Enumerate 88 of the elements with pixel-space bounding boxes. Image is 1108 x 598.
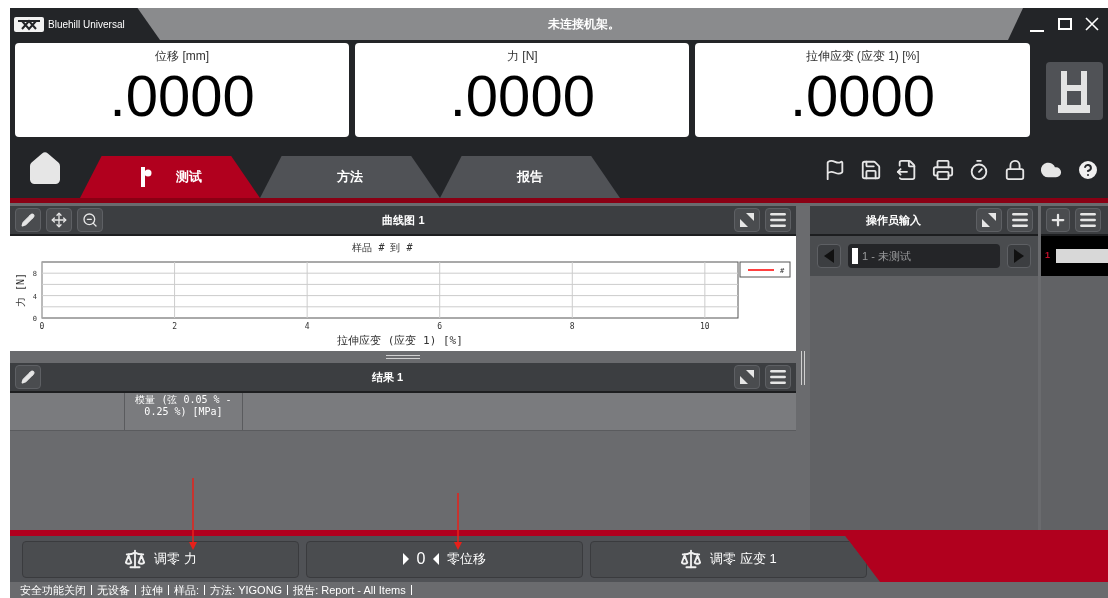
specimen-selector[interactable]: 1 - 未测试 xyxy=(848,244,1000,268)
edit-button[interactable] xyxy=(15,365,41,389)
left-triangle-icon xyxy=(824,249,834,263)
app-name: Bluehill Universal xyxy=(48,17,125,32)
move-icon xyxy=(51,212,67,228)
zoom-button[interactable] xyxy=(77,208,103,232)
x-tick-label: 2 xyxy=(172,322,177,331)
menu-button[interactable] xyxy=(765,208,791,232)
pencil-icon xyxy=(21,213,35,227)
panel-title: 曲线图 1 xyxy=(381,212,426,228)
timer-icon[interactable] xyxy=(968,159,990,181)
close-icon xyxy=(1084,16,1100,32)
readout-value: .0000 xyxy=(449,65,595,127)
x-tick-label: 4 xyxy=(304,322,310,331)
export-icon[interactable] xyxy=(896,159,918,181)
status-item: 安全功能关闭 xyxy=(20,583,86,597)
add-button[interactable] xyxy=(1046,208,1070,232)
flag-icon[interactable] xyxy=(824,159,846,181)
home-icon[interactable] xyxy=(27,151,63,187)
readout-label: 位移 [mm] xyxy=(155,48,210,65)
expand-icon xyxy=(739,212,755,228)
menu-button[interactable] xyxy=(765,365,791,389)
expand-icon xyxy=(981,212,997,228)
specimen-icon xyxy=(138,166,152,188)
menu-button[interactable] xyxy=(1075,208,1101,232)
balance-icon xyxy=(124,548,147,570)
close-button[interactable] xyxy=(1084,16,1100,32)
lock-icon[interactable] xyxy=(1004,159,1026,181)
zoom-out-icon xyxy=(82,212,98,228)
menu-icon xyxy=(1010,210,1030,230)
print-icon[interactable] xyxy=(932,159,954,181)
tab[interactable]: 报告 xyxy=(440,156,620,198)
left-triangle-icon xyxy=(433,553,440,565)
expand-icon xyxy=(739,369,755,385)
specimen-label: 1 - 未测试 xyxy=(862,248,911,264)
y-axis-title: 力 [N] xyxy=(15,272,26,308)
annotation-arrow xyxy=(453,493,463,550)
connection-status: 未连接机架。 xyxy=(548,16,620,33)
right-triangle-icon xyxy=(1014,249,1024,263)
menu-icon xyxy=(768,367,788,387)
panel-title: 结果 1 xyxy=(370,369,405,385)
menu-button[interactable] xyxy=(1007,208,1033,232)
x-tick-label: 10 xyxy=(700,322,710,331)
menu-icon xyxy=(768,210,788,230)
zero-button[interactable]: 0 零位移 xyxy=(306,540,583,578)
x-tick-label: 6 xyxy=(437,322,443,331)
x-axis-title: 拉伸应变 (应变 1) [%] xyxy=(337,334,463,347)
x-tick-label: 0 xyxy=(39,322,45,331)
balance-icon xyxy=(680,548,703,570)
previous-button[interactable] xyxy=(817,244,841,268)
zero-button[interactable]: 调零 力 xyxy=(22,540,299,578)
tab[interactable]: 方法 xyxy=(260,156,440,198)
plus-icon xyxy=(1049,211,1067,229)
pencil-icon xyxy=(21,370,35,384)
column-header[interactable]: 模量 (弦 0.05 % - 0.25 %) [MPa] xyxy=(125,393,243,430)
readout-value: .0000 xyxy=(109,65,255,127)
splitter-handle[interactable] xyxy=(386,355,420,359)
next-button[interactable] xyxy=(1007,244,1031,268)
row-number: 1 xyxy=(1045,249,1050,263)
logo-icon xyxy=(14,16,44,32)
status-item: 拉伸 xyxy=(141,583,163,597)
save-icon[interactable] xyxy=(860,159,882,181)
readout-label: 力 [N] xyxy=(507,48,538,65)
maximize-button[interactable] xyxy=(734,208,760,232)
help-icon[interactable] xyxy=(1076,158,1100,182)
zero-symbol: 0 xyxy=(416,549,426,569)
zero-button[interactable]: 调零 应变 1 xyxy=(590,540,867,578)
chart-title: 样品 # 到 # xyxy=(352,242,413,253)
status-item: 样品: xyxy=(174,583,200,597)
x-tick-label: 8 xyxy=(569,322,575,331)
specimen-marker xyxy=(852,248,858,264)
frame-button[interactable] xyxy=(1045,62,1103,120)
menu-icon xyxy=(1078,210,1098,230)
readout-label: 拉伸应变 (应变 1) [%] xyxy=(805,48,920,65)
edit-button[interactable] xyxy=(15,208,41,232)
annotation-arrow xyxy=(188,478,198,550)
status-item: 报告: Report - All Items xyxy=(293,583,406,597)
readout-value: .0000 xyxy=(789,65,936,127)
status-item: 方法: YIGONG xyxy=(210,583,283,597)
tab[interactable]: 测试 xyxy=(80,156,260,198)
status-item: 无设备 xyxy=(97,583,130,597)
maximize-button[interactable] xyxy=(734,365,760,389)
load-frame-icon xyxy=(1058,69,1091,113)
panel-title: 操作员输入 xyxy=(864,212,922,228)
pan-button[interactable] xyxy=(46,208,72,232)
maximize-button[interactable] xyxy=(976,208,1002,232)
splitter-handle[interactable] xyxy=(801,351,805,385)
right-triangle-icon xyxy=(402,553,409,565)
